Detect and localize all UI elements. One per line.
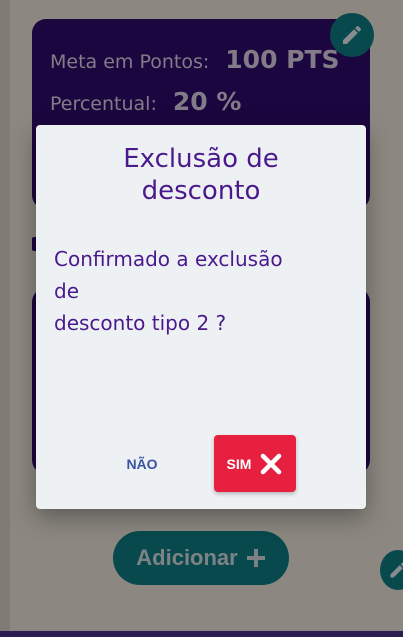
- close-icon: [261, 453, 282, 474]
- dialog-message-line-1: Confirmado a exclusão: [54, 247, 283, 271]
- dialog-title: Exclusão de desconto: [36, 143, 366, 207]
- yes-button[interactable]: SIM: [214, 435, 296, 492]
- dialog-message-line-2: de: [54, 279, 79, 303]
- dialog-title-line-1: Exclusão de: [123, 144, 279, 174]
- dialog-title-line-2: desconto: [141, 176, 261, 206]
- confirm-dialog: Exclusão de desconto Confirmado a exclus…: [36, 125, 366, 509]
- no-button[interactable]: NÃO: [114, 447, 170, 481]
- yes-button-label: SIM: [226, 455, 252, 472]
- dialog-message-line-3: desconto tipo 2 ?: [54, 311, 227, 335]
- dialog-message: Confirmado a exclusão de desconto tipo 2…: [54, 243, 354, 339]
